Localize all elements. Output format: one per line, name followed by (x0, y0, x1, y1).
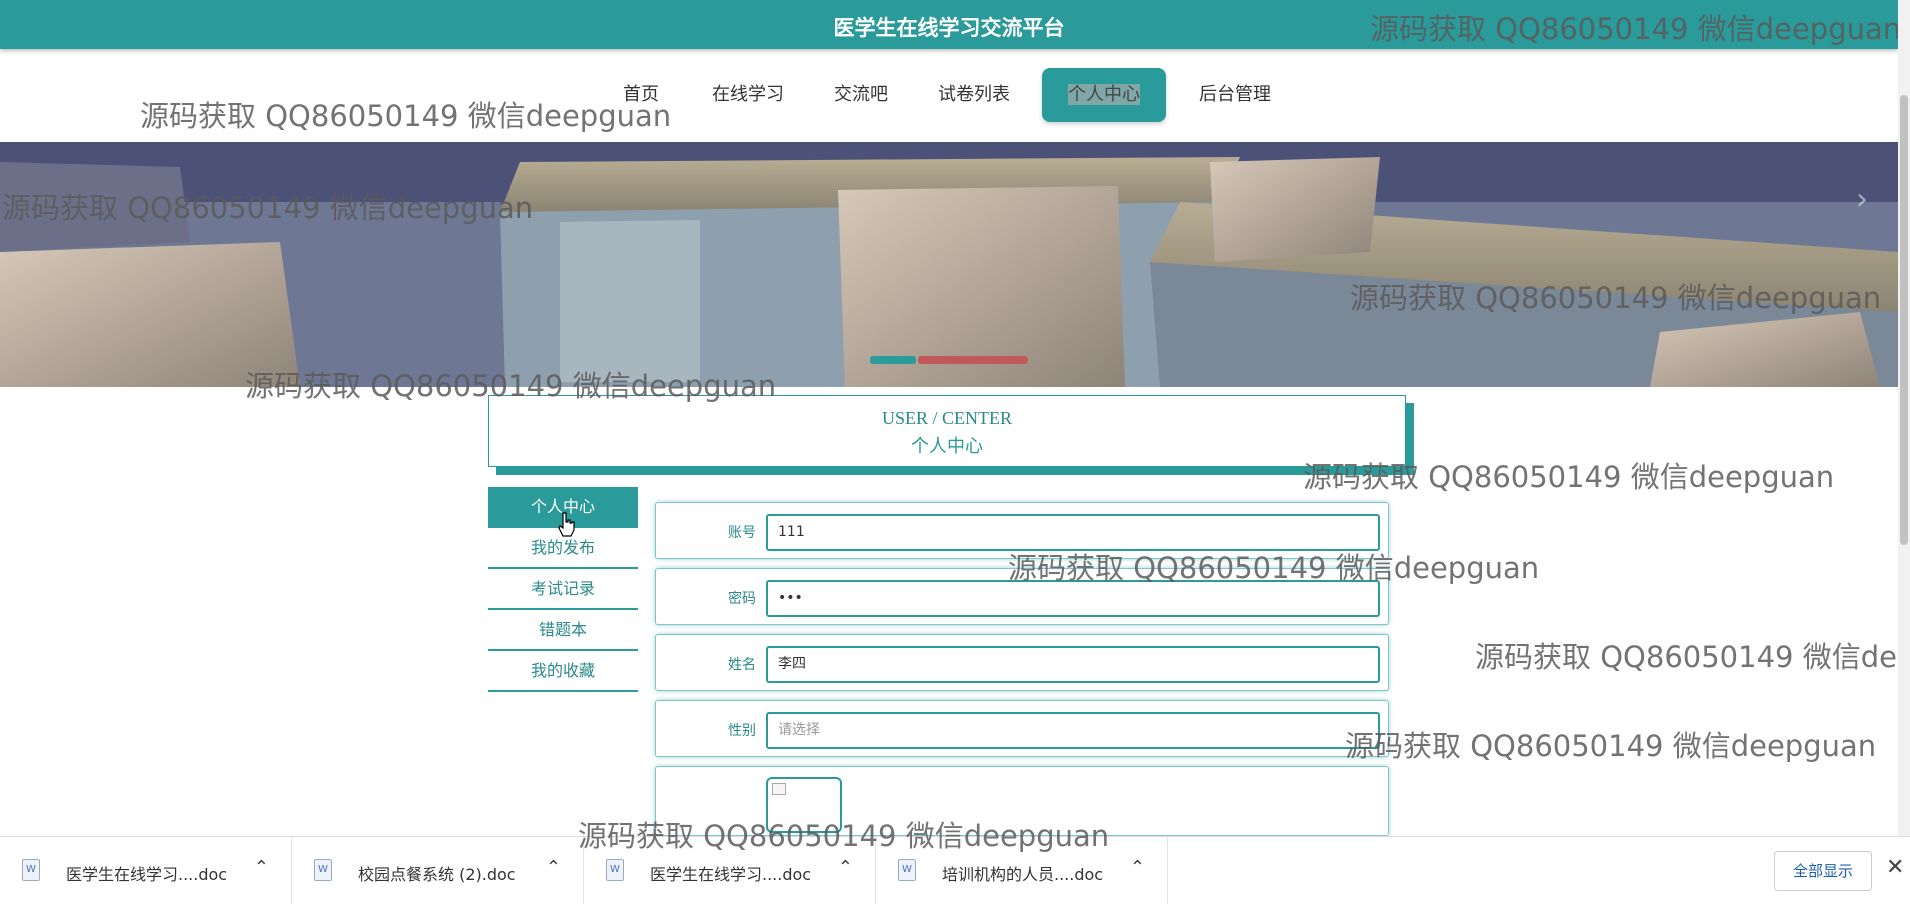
chevron-right-icon[interactable]: › (1856, 182, 1868, 217)
page-scrollbar[interactable] (1898, 0, 1910, 836)
show-all-button[interactable]: 全部显示 (1774, 851, 1872, 891)
chevron-up-icon[interactable]: ⌃ (1130, 857, 1145, 878)
form-row-account: 账号 111 (655, 502, 1389, 559)
page-heading-zh: 个人中心 (911, 436, 983, 456)
nav-user-center-label: 个人中心 (1068, 84, 1140, 105)
user-info-form: 账号 111 密码 ••• 姓名 李四 性别 请选择 (655, 502, 1389, 845)
gender-select[interactable]: 请选择 (766, 712, 1380, 749)
scrollbar-thumb[interactable] (1900, 95, 1908, 545)
main-nav: 首页 在线学习 交流吧 试卷列表 个人中心 后台管理 (0, 68, 1898, 122)
download-item[interactable]: 培训机构的人员....doc ⌃ (876, 837, 1168, 904)
name-field[interactable]: 李四 (766, 646, 1380, 683)
gender-label: 性别 (728, 723, 756, 739)
nav-forum[interactable]: 交流吧 (826, 68, 896, 122)
nav-exam-list[interactable]: 试卷列表 (930, 68, 1018, 122)
download-item[interactable]: 医学生在线学习....doc ⌃ (0, 837, 292, 904)
watermark: 源码获取 QQ86050149 微信deepguan (1475, 640, 1910, 674)
doc-file-icon (898, 859, 916, 881)
download-item[interactable]: 校园点餐系统 (2).doc ⌃ (292, 837, 584, 904)
form-row-gender: 性别 请选择 (655, 700, 1389, 757)
site-header: 医学生在线学习交流平台 (0, 0, 1898, 49)
doc-file-icon (22, 859, 40, 881)
carousel-dot-active[interactable] (870, 356, 916, 364)
password-label: 密码 (728, 591, 756, 607)
carousel-indicators (870, 356, 1030, 366)
side-item-exam-records[interactable]: 考试记录 (488, 569, 638, 610)
site-title: 医学生在线学习交流平台 (833, 16, 1065, 40)
close-icon[interactable]: ✕ (1886, 855, 1904, 880)
download-item[interactable]: 医学生在线学习....doc ⌃ (584, 837, 876, 904)
avatar-upload[interactable] (766, 777, 842, 833)
form-row-password: 密码 ••• (655, 568, 1389, 625)
banner-classroom-image (0, 142, 1898, 387)
hand-cursor-icon (558, 512, 575, 537)
name-label: 姓名 (728, 657, 756, 673)
nav-admin[interactable]: 后台管理 (1190, 68, 1280, 122)
broken-image-icon (772, 783, 786, 795)
side-item-favorites[interactable]: 我的收藏 (488, 651, 638, 692)
banner-carousel[interactable]: › (0, 142, 1898, 387)
download-file-name: 医学生在线学习....doc (650, 865, 812, 884)
carousel-dot[interactable] (918, 356, 1028, 364)
download-file-name: 培训机构的人员....doc (942, 865, 1104, 884)
form-row-avatar (655, 766, 1389, 836)
side-item-wrong-questions[interactable]: 错题本 (488, 610, 638, 651)
watermark: 源码获取 QQ86050149 微信deepguan (1345, 729, 1877, 763)
account-label: 账号 (728, 525, 756, 541)
doc-file-icon (606, 859, 624, 881)
nav-user-center[interactable]: 个人中心 (1042, 68, 1166, 122)
download-file-name: 校园点餐系统 (2).doc (358, 865, 516, 884)
page: 医学生在线学习交流平台 首页 在线学习 交流吧 试卷列表 个人中心 后台管理 ›… (0, 0, 1910, 904)
doc-file-icon (314, 859, 332, 881)
chevron-up-icon[interactable]: ⌃ (838, 857, 853, 878)
form-row-name: 姓名 李四 (655, 634, 1389, 691)
chevron-up-icon[interactable]: ⌃ (546, 857, 561, 878)
chevron-up-icon[interactable]: ⌃ (254, 857, 269, 878)
page-heading-en: USER / CENTER (881, 408, 1012, 428)
nav-home[interactable]: 首页 (615, 68, 667, 122)
page-heading: USER / CENTER 个人中心 (488, 395, 1406, 467)
account-field[interactable]: 111 (766, 514, 1380, 551)
download-bar: 医学生在线学习....doc ⌃ 校园点餐系统 (2).doc ⌃ 医学生在线学… (0, 836, 1910, 904)
download-file-name: 医学生在线学习....doc (66, 865, 228, 884)
nav-online-study[interactable]: 在线学习 (703, 68, 793, 122)
password-field[interactable]: ••• (766, 580, 1380, 617)
